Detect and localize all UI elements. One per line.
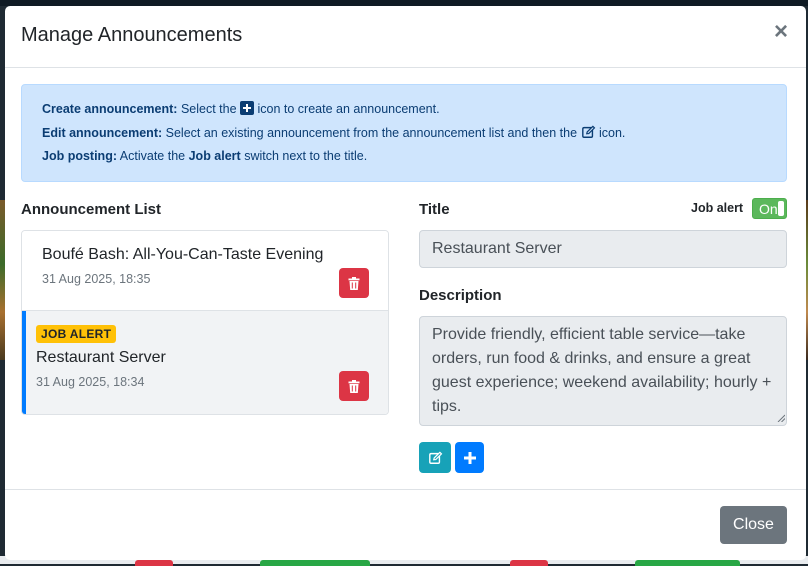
plus-icon <box>463 451 476 464</box>
delete-button[interactable] <box>339 371 369 401</box>
close-button[interactable]: Close <box>720 506 787 544</box>
delete-button[interactable] <box>339 268 369 298</box>
manage-announcements-modal: Manage Announcements × Create announceme… <box>5 6 806 560</box>
modal-header: Manage Announcements × <box>5 6 806 68</box>
trash-icon <box>348 379 360 393</box>
list-item-selected[interactable]: JOB ALERT Restaurant Server 31 Aug 2025,… <box>22 311 388 414</box>
edit-icon <box>581 125 595 138</box>
list-item[interactable]: Boufé Bash: All-You-Can-Taste Evening 31… <box>22 231 388 311</box>
item-date: 31 Aug 2025, 18:35 <box>42 272 151 286</box>
item-title: Boufé Bash: All-You-Can-Taste Evening <box>42 246 324 263</box>
plus-square-icon <box>240 101 255 115</box>
info-line-create: Create announcement: Select the icon to … <box>42 101 440 116</box>
item-date: 31 Aug 2025, 18:34 <box>36 375 145 389</box>
toggle-text: On <box>759 201 778 217</box>
info-alert: Create announcement: Select the icon to … <box>21 84 787 182</box>
trash-icon <box>348 276 360 290</box>
description-textarea[interactable]: Provide friendly, efficient table servic… <box>419 316 787 426</box>
close-x-button[interactable]: × <box>774 18 788 46</box>
toggle-knob <box>778 201 784 216</box>
modal-footer: Close <box>5 489 806 560</box>
add-announcement-button[interactable] <box>455 442 484 473</box>
announcement-list: Boufé Bash: All-You-Can-Taste Evening 31… <box>21 230 389 415</box>
announcement-list-heading: Announcement List <box>21 201 162 218</box>
title-label: Title <box>419 201 450 218</box>
edit-button[interactable] <box>419 442 451 473</box>
resize-grip-icon[interactable] <box>777 414 785 422</box>
job-alert-badge: JOB ALERT <box>36 325 117 343</box>
title-input[interactable] <box>419 230 787 268</box>
job-alert-label: Job alert <box>691 201 744 215</box>
modal-title: Manage Announcements <box>21 24 243 46</box>
description-label: Description <box>419 287 502 304</box>
edit-icon <box>428 450 442 464</box>
info-line-edit: Edit announcement: Select an existing an… <box>42 125 626 140</box>
job-alert-toggle[interactable]: On <box>752 198 787 219</box>
info-line-job: Job posting: Activate the Job alert swit… <box>42 149 368 163</box>
item-title: Restaurant Server <box>36 349 166 366</box>
